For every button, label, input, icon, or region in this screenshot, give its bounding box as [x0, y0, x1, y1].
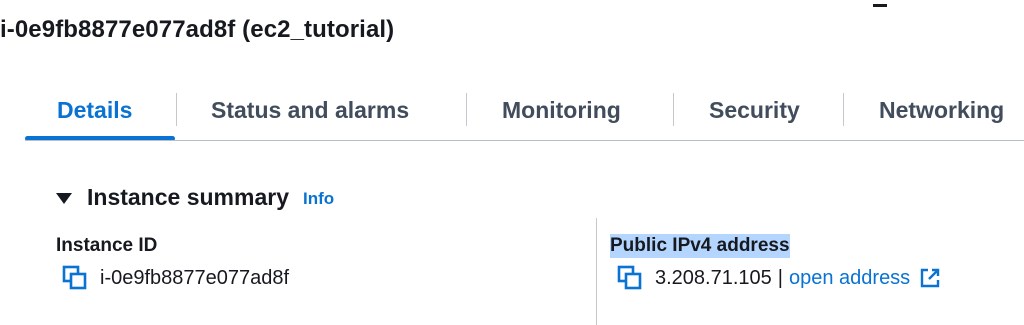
- instance-id-value: i-0e9fb8877e077ad8f: [100, 266, 290, 289]
- tab-details[interactable]: Details: [57, 82, 132, 138]
- tab-bar: Details Status and alarms Monitoring Sec…: [25, 82, 1024, 142]
- public-ipv4-value-row: 3.208.71.105 | open address: [617, 265, 941, 291]
- minimize-indicator: [873, 4, 887, 7]
- tab-networking[interactable]: Networking: [879, 82, 1004, 138]
- tab-status-and-alarms[interactable]: Status and alarms: [211, 82, 409, 138]
- tab-divider: [466, 93, 467, 126]
- instance-id-label: Instance ID: [56, 235, 158, 256]
- caret-down-icon[interactable]: [56, 192, 72, 204]
- tab-security[interactable]: Security: [709, 82, 800, 138]
- tab-divider: [176, 93, 177, 126]
- public-ipv4-value: 3.208.71.105: [655, 266, 772, 289]
- open-address-label[interactable]: open address: [789, 267, 910, 290]
- info-link[interactable]: Info: [303, 189, 334, 209]
- separator: |: [777, 266, 783, 289]
- copy-icon[interactable]: [62, 265, 88, 291]
- page-title: i-0e9fb8877e077ad8f (ec2_tutorial): [0, 16, 395, 43]
- tab-divider: [673, 93, 674, 126]
- instance-summary-header[interactable]: Instance summary Info: [56, 182, 334, 212]
- section-title: Instance summary: [87, 183, 289, 210]
- instance-details-page: i-0e9fb8877e077ad8f (ec2_tutorial) Detai…: [0, 0, 1024, 325]
- tab-monitoring[interactable]: Monitoring: [502, 82, 621, 138]
- tab-divider: [843, 93, 844, 126]
- open-address-link[interactable]: open address: [789, 267, 941, 290]
- column-divider: [596, 218, 597, 325]
- instance-id-value-row: i-0e9fb8877e077ad8f: [62, 265, 289, 291]
- external-link-icon[interactable]: [919, 267, 941, 289]
- public-ipv4-label: Public IPv4 address: [610, 234, 790, 258]
- tab-bar-border: [25, 140, 1024, 141]
- copy-icon[interactable]: [617, 265, 643, 291]
